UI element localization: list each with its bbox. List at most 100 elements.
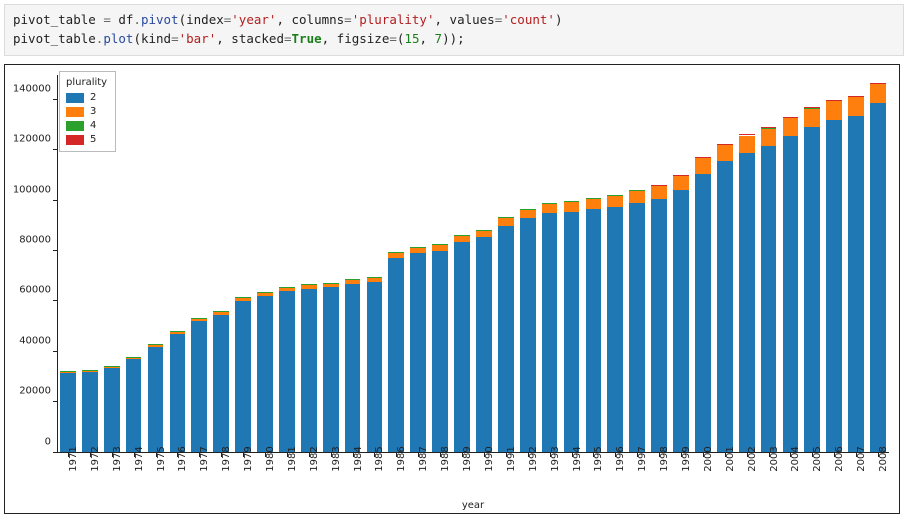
bar-segment: [454, 242, 470, 452]
bar-group: [104, 75, 120, 453]
bar-group: [388, 75, 404, 453]
bar-segment: [607, 195, 623, 206]
bar-group: [848, 75, 864, 453]
bar-segment: [542, 204, 558, 214]
bar-segment: [279, 291, 295, 452]
x-tick-mark: [659, 453, 660, 457]
bar-group: [564, 75, 580, 453]
x-tick-label: 2007: [856, 446, 867, 471]
bar-group: [717, 75, 733, 453]
x-tick-label: 1992: [528, 446, 539, 471]
bar-segment: [783, 118, 799, 136]
bar-group: [826, 75, 842, 453]
bar-group: [126, 75, 142, 453]
bar-segment: [564, 202, 580, 212]
bar-segment: [804, 108, 820, 109]
bar-segment: [170, 334, 186, 452]
bar-segment: [301, 284, 317, 288]
x-tick-mark: [287, 453, 288, 457]
x-tick-mark: [484, 453, 485, 457]
y-tick-label: 140000: [5, 83, 51, 94]
bar-group: [60, 75, 76, 453]
bar-group: [213, 75, 229, 453]
x-tick-mark: [396, 453, 397, 457]
bar-segment: [498, 218, 514, 226]
x-tick-label: 1994: [572, 446, 583, 471]
bar-segment: [695, 174, 711, 452]
x-tick-label: 1972: [90, 446, 101, 471]
bar-segment: [301, 289, 317, 453]
x-tick-mark: [856, 453, 857, 457]
bar-segment: [673, 190, 689, 452]
bar-segment: [323, 287, 339, 452]
bar-segment: [104, 366, 120, 368]
x-tick-mark: [112, 453, 113, 457]
bar-segment: [191, 321, 207, 452]
bar-segment: [848, 96, 864, 97]
bar-group: [301, 75, 317, 453]
bar-segment: [476, 237, 492, 452]
bar-segment: [717, 144, 733, 145]
bar-segment: [695, 157, 711, 158]
x-tick-mark: [769, 453, 770, 457]
y-tick-label: 40000: [5, 335, 51, 346]
bar-segment: [651, 185, 667, 186]
x-tick-label: 2006: [834, 446, 845, 471]
y-tick-label: 0: [5, 436, 51, 447]
x-tick-mark: [747, 453, 748, 457]
bar-segment: [826, 100, 842, 101]
bar-segment: [257, 292, 273, 296]
x-tick-label: 2008: [878, 446, 889, 471]
bar-segment: [870, 83, 886, 85]
bar-segment: [279, 287, 295, 291]
bar-segment: [454, 235, 470, 242]
y-axis: 020000400006000080000100000120000140000: [5, 75, 57, 453]
bar-group: [367, 75, 383, 453]
bar-segment: [783, 136, 799, 452]
y-tick-label: 20000: [5, 386, 51, 397]
bar-segment: [367, 282, 383, 452]
bar-segment: [607, 195, 623, 196]
bar-segment: [673, 176, 689, 191]
bar-segment: [520, 209, 536, 218]
bar-segment: [761, 146, 777, 452]
bar-group: [651, 75, 667, 453]
x-tick-label: 1985: [374, 446, 385, 471]
bar-segment: [235, 301, 251, 452]
x-tick-label: 1977: [199, 446, 210, 471]
bar-group: [739, 75, 755, 453]
x-tick-label: 1995: [593, 446, 604, 471]
bar-segment: [870, 84, 886, 103]
bar-segment: [82, 370, 98, 372]
bar-group: [148, 75, 164, 453]
y-tick-label: 100000: [5, 184, 51, 195]
bar-segment: [564, 212, 580, 453]
bar-group: [542, 75, 558, 453]
bar-segment: [410, 247, 426, 253]
bar-segment: [586, 209, 602, 452]
x-tick-mark: [68, 453, 69, 457]
bar-segment: [213, 315, 229, 452]
bar-segment: [783, 117, 799, 118]
bar-segment: [148, 344, 164, 347]
bar-segment: [213, 312, 229, 316]
x-tick-mark: [462, 453, 463, 457]
x-tick-label: 1996: [615, 446, 626, 471]
x-tick-label: 1978: [221, 446, 232, 471]
bar-segment: [804, 127, 820, 452]
bar-segment: [235, 298, 251, 302]
bar-segment: [651, 199, 667, 452]
x-tick-mark: [703, 453, 704, 457]
x-tick-label: 1976: [177, 446, 188, 471]
x-tick-mark: [790, 453, 791, 457]
bar-segment: [826, 101, 842, 120]
bar-group: [586, 75, 602, 453]
x-tick-mark: [725, 453, 726, 457]
x-tick-mark: [309, 453, 310, 457]
x-tick-mark: [265, 453, 266, 457]
bar-segment: [345, 284, 361, 453]
plot-area: [57, 75, 889, 453]
bar-group: [607, 75, 623, 453]
bar-group: [279, 75, 295, 453]
bar-segment: [761, 127, 777, 128]
